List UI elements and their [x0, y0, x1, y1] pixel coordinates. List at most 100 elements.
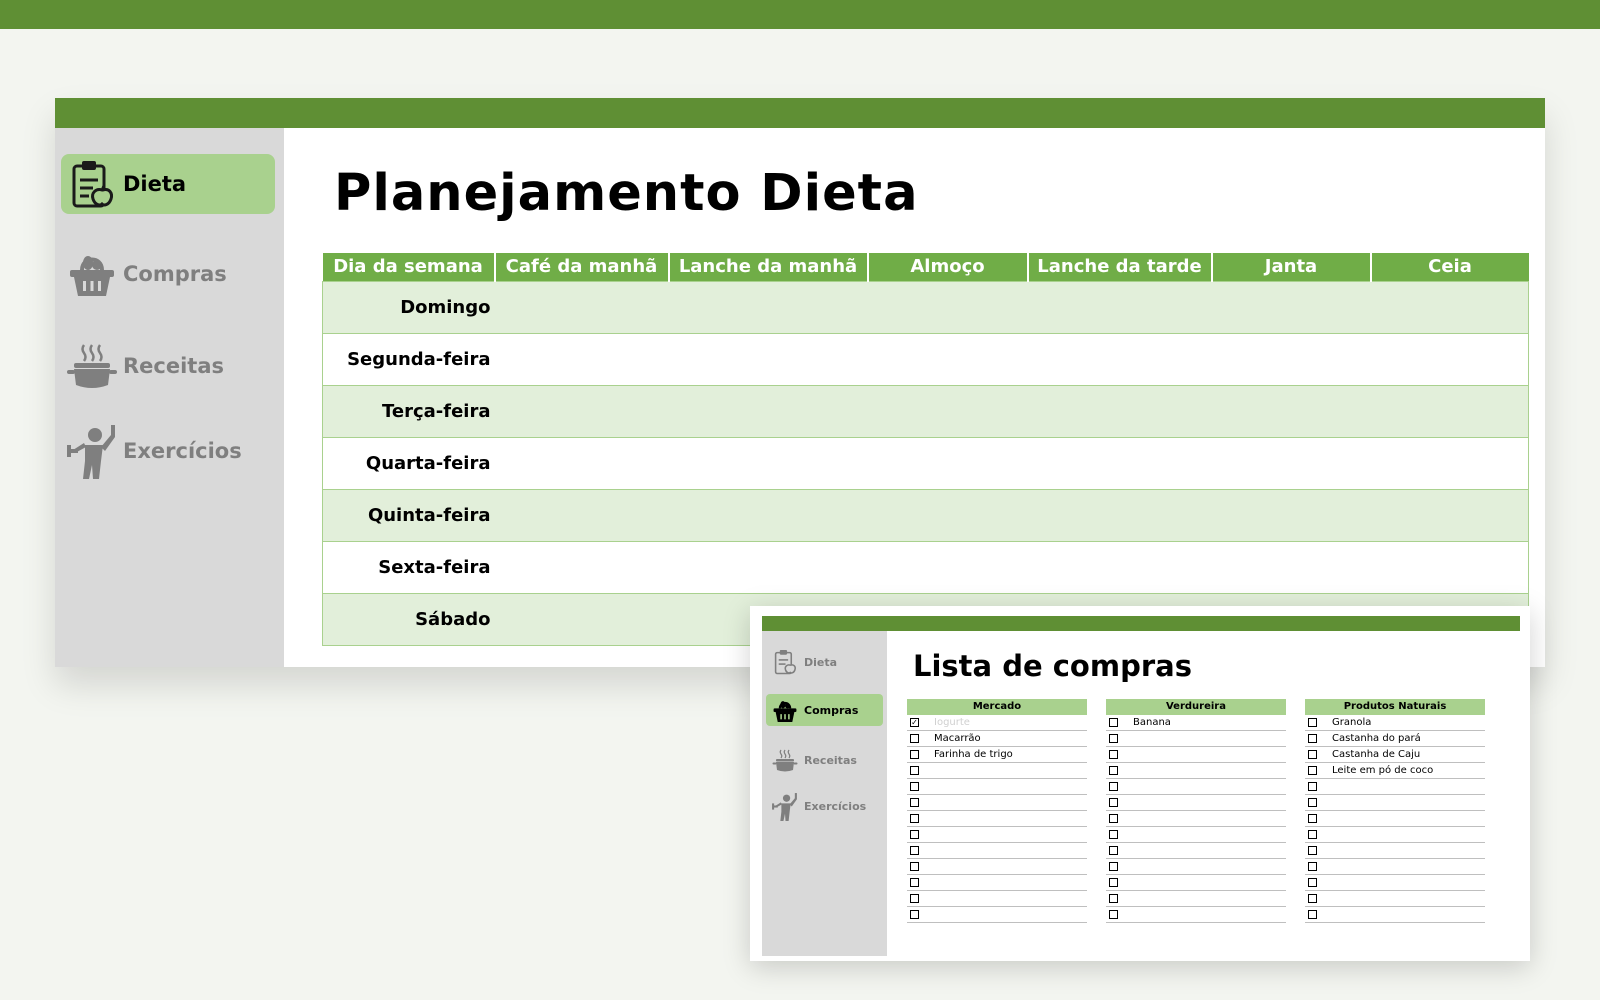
item-text[interactable]: Granola [1332, 717, 1371, 728]
page-title: Lista de compras [913, 649, 1192, 683]
item-text[interactable]: Leite em pó de coco [1332, 765, 1433, 776]
meal-cell[interactable] [1027, 540, 1212, 594]
meal-cell[interactable] [494, 488, 669, 542]
checkbox[interactable] [1308, 846, 1317, 855]
meal-cell[interactable] [1211, 384, 1371, 438]
meal-cell[interactable] [668, 540, 868, 594]
checkbox[interactable] [910, 766, 919, 775]
meal-cell[interactable] [1027, 280, 1212, 334]
nav-item-dieta[interactable]: Dieta [61, 154, 275, 214]
meal-cell[interactable] [1370, 540, 1529, 594]
nav-item-compras[interactable]: Compras [61, 244, 275, 304]
meal-cell[interactable] [867, 280, 1028, 334]
list-item: Banana [1106, 715, 1286, 731]
table-row: Quarta-feira [322, 436, 1529, 490]
nav-item-receitas[interactable]: Receitas [61, 336, 275, 396]
meal-cell[interactable] [1370, 488, 1529, 542]
meal-cell[interactable] [1027, 332, 1212, 386]
item-text[interactable]: Macarrão [934, 733, 981, 744]
meal-cell[interactable] [867, 488, 1028, 542]
meal-cell[interactable] [1370, 384, 1529, 438]
meal-cell[interactable] [1027, 488, 1212, 542]
checkbox[interactable] [910, 798, 919, 807]
checkbox[interactable] [1109, 894, 1118, 903]
meal-cell[interactable] [1211, 488, 1371, 542]
meal-cell[interactable] [668, 488, 868, 542]
item-text[interactable]: Castanha do pará [1332, 733, 1421, 744]
checkbox[interactable] [1308, 830, 1317, 839]
checkbox[interactable] [1109, 878, 1118, 887]
day-cell: Domingo [322, 280, 495, 334]
checkbox[interactable] [1109, 862, 1118, 871]
checkbox[interactable] [910, 846, 919, 855]
item-text[interactable]: Farinha de trigo [934, 749, 1013, 760]
checkbox[interactable] [1308, 734, 1317, 743]
nav-item-compras[interactable]: Compras [766, 694, 883, 726]
checkbox[interactable] [1109, 910, 1118, 919]
checkbox[interactable] [910, 750, 919, 759]
meal-cell[interactable] [867, 540, 1028, 594]
checkbox[interactable] [1308, 798, 1317, 807]
nav-item-receitas[interactable]: Receitas [766, 744, 883, 776]
checkbox[interactable] [1308, 878, 1317, 887]
checkbox[interactable] [1109, 734, 1118, 743]
meal-cell[interactable] [494, 332, 669, 386]
meal-cell[interactable] [1027, 436, 1212, 490]
column-header: Lanche da tarde [1027, 253, 1213, 281]
checkbox[interactable] [910, 782, 919, 791]
meal-cell[interactable] [494, 436, 669, 490]
meal-cell[interactable] [1370, 332, 1529, 386]
meal-cell[interactable] [1370, 436, 1529, 490]
checkbox[interactable] [1109, 782, 1118, 791]
nav-item-exercicios[interactable]: Exercícios [766, 790, 883, 822]
checkbox[interactable] [1308, 766, 1317, 775]
item-text[interactable]: Iogurte [934, 717, 970, 728]
meal-cell[interactable] [668, 280, 868, 334]
item-text[interactable]: Castanha de Caju [1332, 749, 1420, 760]
checkbox[interactable] [910, 894, 919, 903]
checkbox[interactable] [1308, 894, 1317, 903]
nav-item-exercicios[interactable]: Exercícios [61, 421, 275, 481]
checkbox[interactable] [1109, 718, 1118, 727]
meal-cell[interactable] [1211, 280, 1371, 334]
meal-cell[interactable] [494, 592, 669, 646]
column-header: Lanche da manhã [668, 253, 869, 281]
checkbox[interactable] [1308, 910, 1317, 919]
meal-cell[interactable] [1211, 332, 1371, 386]
checkbox[interactable]: ✓ [910, 718, 919, 727]
meal-cell[interactable] [668, 384, 868, 438]
checkbox[interactable] [1109, 766, 1118, 775]
meal-cell[interactable] [494, 540, 669, 594]
list-item [907, 763, 1087, 779]
checkbox[interactable] [910, 910, 919, 919]
meal-cell[interactable] [668, 332, 868, 386]
checkbox[interactable] [910, 734, 919, 743]
nav-item-dieta[interactable]: Dieta [766, 646, 883, 678]
meal-cell[interactable] [1370, 280, 1529, 334]
meal-cell[interactable] [494, 384, 669, 438]
item-text[interactable]: Banana [1133, 717, 1171, 728]
checkbox[interactable] [1109, 830, 1118, 839]
meal-cell[interactable] [867, 436, 1028, 490]
checkbox[interactable] [910, 814, 919, 823]
meal-cell[interactable] [668, 436, 868, 490]
checkbox[interactable] [910, 862, 919, 871]
meal-cell[interactable] [1211, 436, 1371, 490]
meal-cell[interactable] [867, 384, 1028, 438]
meal-cell[interactable] [494, 280, 669, 334]
checkbox[interactable] [910, 878, 919, 887]
checkbox[interactable] [1109, 846, 1118, 855]
checkbox[interactable] [1308, 862, 1317, 871]
checkbox[interactable] [910, 830, 919, 839]
checkbox[interactable] [1308, 814, 1317, 823]
checkbox[interactable] [1109, 750, 1118, 759]
checkbox[interactable] [1308, 718, 1317, 727]
day-cell: Quarta-feira [322, 436, 495, 490]
checkbox[interactable] [1109, 814, 1118, 823]
checkbox[interactable] [1308, 750, 1317, 759]
meal-cell[interactable] [1027, 384, 1212, 438]
meal-cell[interactable] [867, 332, 1028, 386]
meal-cell[interactable] [1211, 540, 1371, 594]
checkbox[interactable] [1308, 782, 1317, 791]
checkbox[interactable] [1109, 798, 1118, 807]
